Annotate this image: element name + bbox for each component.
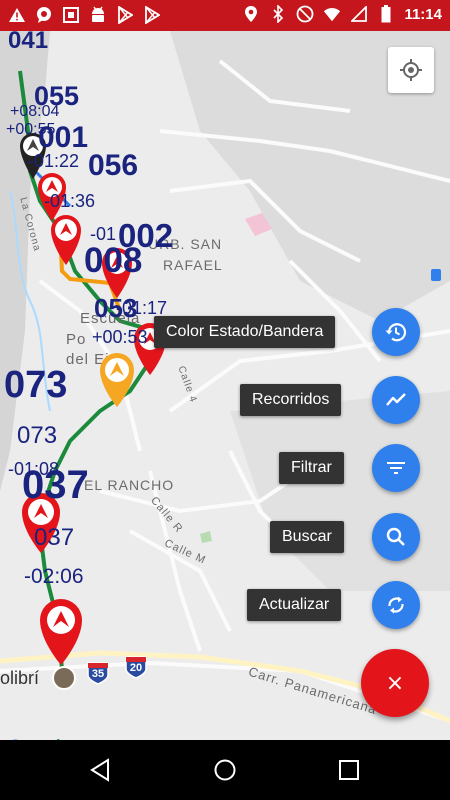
vehicle-number: 053 xyxy=(94,293,138,323)
highway-shield: 20 xyxy=(124,655,148,679)
highway-shield: 35 xyxy=(86,661,110,685)
filtrar-label[interactable]: Filtrar xyxy=(279,452,344,484)
recents-button[interactable] xyxy=(331,752,367,788)
system-icons: 11:14 xyxy=(242,5,442,23)
highway-number: 35 xyxy=(91,668,105,680)
filtrar-button[interactable] xyxy=(372,444,420,492)
vehicle-time: -01:36 xyxy=(44,191,96,211)
vehicle-number: 073 xyxy=(4,364,68,406)
vehicle-number: 041 xyxy=(8,31,49,54)
vehicle-time: +00:53 xyxy=(92,327,148,347)
play-store-icon xyxy=(143,6,161,24)
filter-icon xyxy=(387,462,405,474)
vehicle-number: 055 xyxy=(34,81,80,111)
stop-icon xyxy=(62,6,80,24)
navigation-bar xyxy=(0,740,450,800)
search-icon xyxy=(386,527,405,546)
buscar-label[interactable]: Buscar xyxy=(270,521,344,553)
battery-icon xyxy=(377,5,395,23)
highway-number: 20 xyxy=(129,662,143,674)
buscar-button[interactable] xyxy=(372,513,420,561)
area-label: EL RANCHO xyxy=(84,477,175,493)
vehicle-marker[interactable] xyxy=(38,597,84,672)
wifi-icon xyxy=(323,5,341,23)
home-button[interactable] xyxy=(207,752,243,788)
location-pin[interactable] xyxy=(52,666,76,690)
vehicle-time: -01:22 xyxy=(28,151,80,171)
status-bar: 11:14 xyxy=(0,0,450,31)
crosshair-icon xyxy=(400,59,422,81)
vehicle-marker[interactable] xyxy=(49,213,83,272)
color-estado-label[interactable]: Color Estado/Bandera xyxy=(154,316,336,348)
actualizar-label[interactable]: Actualizar xyxy=(247,589,342,621)
do-not-disturb-icon xyxy=(296,5,314,23)
poi-label: Po xyxy=(66,331,87,348)
place-label: olibrí xyxy=(0,668,40,688)
play-store-icon xyxy=(116,6,134,24)
vehicle-number: 008 xyxy=(84,241,143,280)
close-icon: × xyxy=(385,670,405,696)
vehicle-number: 037 xyxy=(22,463,89,507)
history-icon xyxy=(385,323,407,342)
clock: 11:14 xyxy=(404,5,442,23)
warning-icon xyxy=(8,6,26,24)
vehicle-number: 056 xyxy=(88,149,139,182)
vehicle-time: -02:06 xyxy=(24,565,84,588)
notification-icons xyxy=(8,6,161,24)
bluetooth-icon xyxy=(269,5,287,23)
close-menu-button[interactable]: × xyxy=(361,649,429,717)
sync-icon xyxy=(388,596,404,614)
actualizar-button[interactable] xyxy=(372,581,420,629)
back-icon xyxy=(90,758,109,782)
vehicle-marker[interactable] xyxy=(98,351,136,414)
location-icon xyxy=(242,5,260,23)
color-estado-button[interactable] xyxy=(372,308,420,356)
recents-icon xyxy=(339,760,359,780)
my-location-button[interactable] xyxy=(388,47,434,93)
vehicle-number: 073 xyxy=(17,422,58,449)
recorridos-label[interactable]: Recorridos xyxy=(240,384,342,416)
recorridos-button[interactable] xyxy=(372,376,420,424)
signal-icon xyxy=(350,5,368,23)
area-label: RAFAEL xyxy=(163,257,223,273)
trending-icon xyxy=(386,393,406,406)
android-icon xyxy=(89,6,107,24)
vehicle-number: 037 xyxy=(34,524,75,551)
back-button[interactable] xyxy=(82,752,118,788)
home-icon xyxy=(214,759,236,781)
vehicle-number: 001 xyxy=(38,121,89,154)
chat-icon xyxy=(35,6,53,24)
